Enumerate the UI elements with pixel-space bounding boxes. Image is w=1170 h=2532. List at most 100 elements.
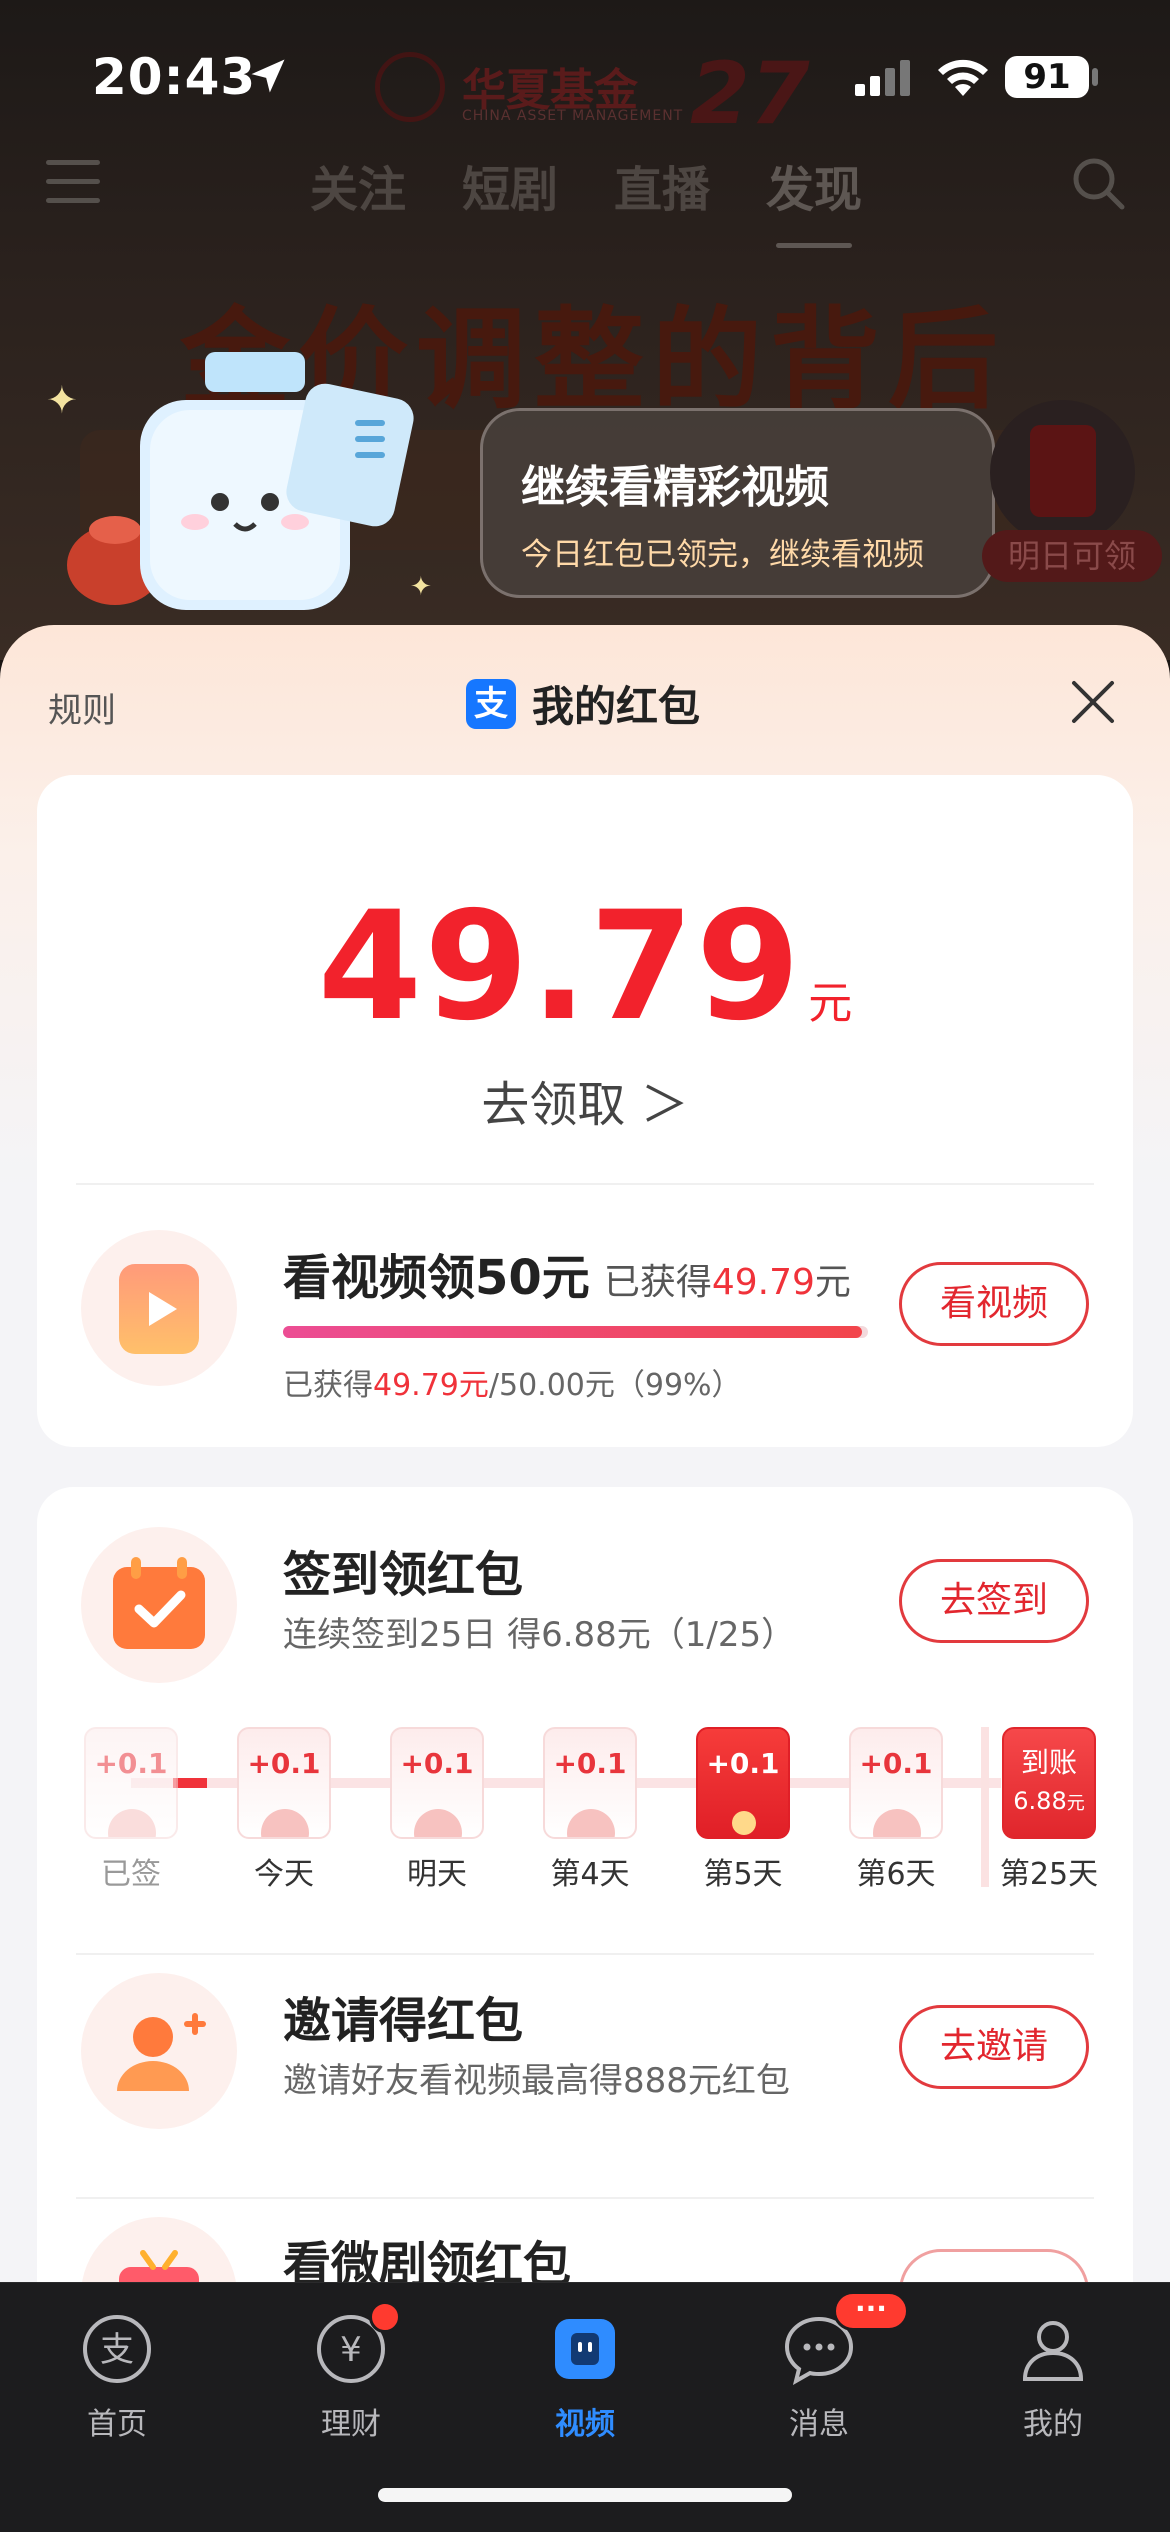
claim-button[interactable]: 去领取 ＞ <box>37 1065 1133 1135</box>
final-day-top: 到账 <box>1020 1746 1077 1779</box>
brand-logo <box>375 52 445 122</box>
red-packet-sheet: 规则 支 我的红包 49.79 元 去领取 ＞ 看视频领50元 已获得49.79… <box>0 625 1170 2285</box>
continue-watching-tooltip[interactable]: 继续看精彩视频 今日红包已领完，继续看视频 <box>480 408 995 598</box>
tomorrow-claim-label: 明日可领 <box>982 530 1162 582</box>
drama-button[interactable] <box>899 2249 1089 2285</box>
tasks-card: 签到领红包 连续签到25日 得6.88元（1/25） 去签到 +0.1 已签 +… <box>37 1487 1133 2285</box>
watch-video-button[interactable]: 看视频 <box>899 1262 1089 1346</box>
watch-task-earned: 已获得49.79元 <box>603 1262 851 1303</box>
notification-dot <box>369 2301 401 2333</box>
watch-progress-bar <box>283 1326 868 1338</box>
video-backdrop: 20:43 华夏基金 CHINA ASSET MANAGEMENT 27 91 … <box>0 0 1170 660</box>
invite-user-icon <box>81 1973 237 2129</box>
checkin-day[interactable]: +0.1 今天 <box>234 1727 334 1893</box>
tab-label: 消息 <box>789 2407 849 2442</box>
checkin-title: 签到领红包 <box>283 1547 524 1603</box>
checkin-day-label: 明天 <box>407 1857 467 1892</box>
tooltip-title: 继续看精彩视频 <box>521 462 829 513</box>
strip-separator <box>981 1727 989 1887</box>
checkin-day: +0.1 已签 <box>81 1727 181 1893</box>
battery-tip <box>1092 68 1098 86</box>
battery-indicator: 91 <box>1005 56 1089 98</box>
divider <box>76 1183 1094 1185</box>
checkin-day-label: 第25天 <box>999 1857 1099 1892</box>
checkin-day-label: 已签 <box>101 1857 161 1892</box>
red-envelope-icon <box>1030 425 1096 517</box>
tab-video[interactable]: 视频 <box>468 2297 702 2443</box>
checkin-button[interactable]: 去签到 <box>899 1559 1089 1643</box>
profile-icon <box>1017 2313 1089 2385</box>
cellular-signal-icon <box>855 60 910 96</box>
invite-button[interactable]: 去邀请 <box>899 2005 1089 2089</box>
checkin-task: 签到领红包 连续签到25日 得6.88元（1/25） 去签到 <box>37 1527 1133 1687</box>
tooltip-subtitle: 今日红包已领完，继续看视频 <box>521 537 924 573</box>
checkin-day-label: 第4天 <box>550 1857 630 1892</box>
sheet-header: 规则 支 我的红包 <box>0 625 1170 785</box>
divider <box>76 2197 1094 2199</box>
balance-value: 49.79 <box>317 880 803 1054</box>
checkin-day-label: 第6天 <box>856 1857 936 1892</box>
checkin-day-bonus: +0.1 第5天 <box>693 1727 793 1893</box>
close-icon[interactable] <box>1068 677 1118 727</box>
invite-task: 邀请得红包 邀请好友看视频最高得888元红包 去邀请 <box>37 1973 1133 2133</box>
sheet-title: 支 我的红包 <box>466 673 700 734</box>
wifi-icon <box>938 59 988 96</box>
drama-title: 看微剧领红包 <box>283 2237 572 2285</box>
tomorrow-reward-widget[interactable]: 明日可领 <box>982 400 1162 582</box>
tab-home[interactable]: 支 首页 <box>0 2297 234 2443</box>
checkin-day-box: +0.1 <box>237 1727 331 1839</box>
checkin-day-final: 到账 6.88元 第25天 <box>999 1727 1099 1893</box>
checkin-day: +0.1 第4天 <box>540 1727 640 1893</box>
tab-short-drama[interactable]: 短剧 <box>462 150 558 220</box>
search-icon[interactable] <box>1070 155 1126 211</box>
divider <box>76 1953 1094 1955</box>
status-bar: 20:43 华夏基金 CHINA ASSET MANAGEMENT 27 91 <box>0 0 1170 150</box>
status-time: 20:43 <box>92 48 257 106</box>
home-indicator[interactable] <box>378 2488 792 2502</box>
tab-follow[interactable]: 关注 <box>310 150 406 220</box>
checkin-day-box: +0.1 <box>696 1727 790 1839</box>
location-arrow-icon <box>251 59 285 93</box>
video-icon <box>549 2313 621 2385</box>
alipay-logo-icon: 支 <box>466 678 516 729</box>
menu-icon[interactable] <box>46 160 100 204</box>
tab-label: 首页 <box>87 2407 147 2442</box>
checkin-day-label: 今天 <box>254 1857 314 1892</box>
invite-title: 邀请得红包 <box>283 1993 524 2049</box>
alipay-home-icon: 支 <box>81 2313 153 2385</box>
balance-unit: 元 <box>808 978 853 1029</box>
tab-live[interactable]: 直播 <box>614 150 710 220</box>
checkin-day: +0.1 明天 <box>387 1727 487 1893</box>
checkin-day-box: +0.1 <box>543 1727 637 1839</box>
tab-label: 理财 <box>321 2407 381 2442</box>
tab-wealth[interactable]: ¥ 理财 <box>234 2297 468 2443</box>
checkin-final-box: 到账 6.88元 <box>1002 1727 1096 1839</box>
checkin-day-label: 第5天 <box>703 1857 783 1892</box>
tab-discover[interactable]: 发现 <box>766 150 862 248</box>
rules-link[interactable]: 规则 <box>48 683 116 732</box>
checkin-day: +0.1 第6天 <box>846 1727 946 1893</box>
final-day-amount: 6.88元 <box>1013 1787 1085 1815</box>
brand-anniversary: 27 <box>690 44 810 144</box>
message-badge: ··· <box>833 2291 909 2331</box>
svg-text:支: 支 <box>100 2330 134 2370</box>
video-top-tabs: 关注 短剧 直播 发现 <box>310 150 862 248</box>
drama-task: 看微剧领红包 <box>37 2217 1133 2285</box>
tab-messages[interactable]: ··· 消息 <box>702 2291 936 2443</box>
balance-amount: 49.79 元 <box>37 880 1133 1054</box>
watch-task-title: 看视频领50元 已获得49.79元 <box>283 1238 851 1308</box>
mascot-robot-icon <box>67 352 414 610</box>
watch-task-title-text: 看视频领50元 <box>283 1250 590 1306</box>
sheet-title-text: 我的红包 <box>532 682 701 731</box>
checkin-day-box: +0.1 <box>390 1727 484 1839</box>
calendar-check-icon <box>81 1527 237 1683</box>
watch-video-task: 看视频领50元 已获得49.79元 已获得49.79元/50.00元（99%） 看… <box>37 1230 1133 1403</box>
tab-profile[interactable]: 我的 <box>936 2297 1170 2443</box>
tab-label: 视频 <box>555 2407 615 2442</box>
tab-label: 我的 <box>1023 2407 1083 2442</box>
message-icon: ··· <box>783 2291 909 2386</box>
tv-icon <box>81 2217 237 2285</box>
video-play-icon <box>81 1230 237 1386</box>
watch-progress-fill <box>283 1326 863 1338</box>
checkin-desc: 连续签到25日 得6.88元（1/25） <box>283 1615 796 1655</box>
